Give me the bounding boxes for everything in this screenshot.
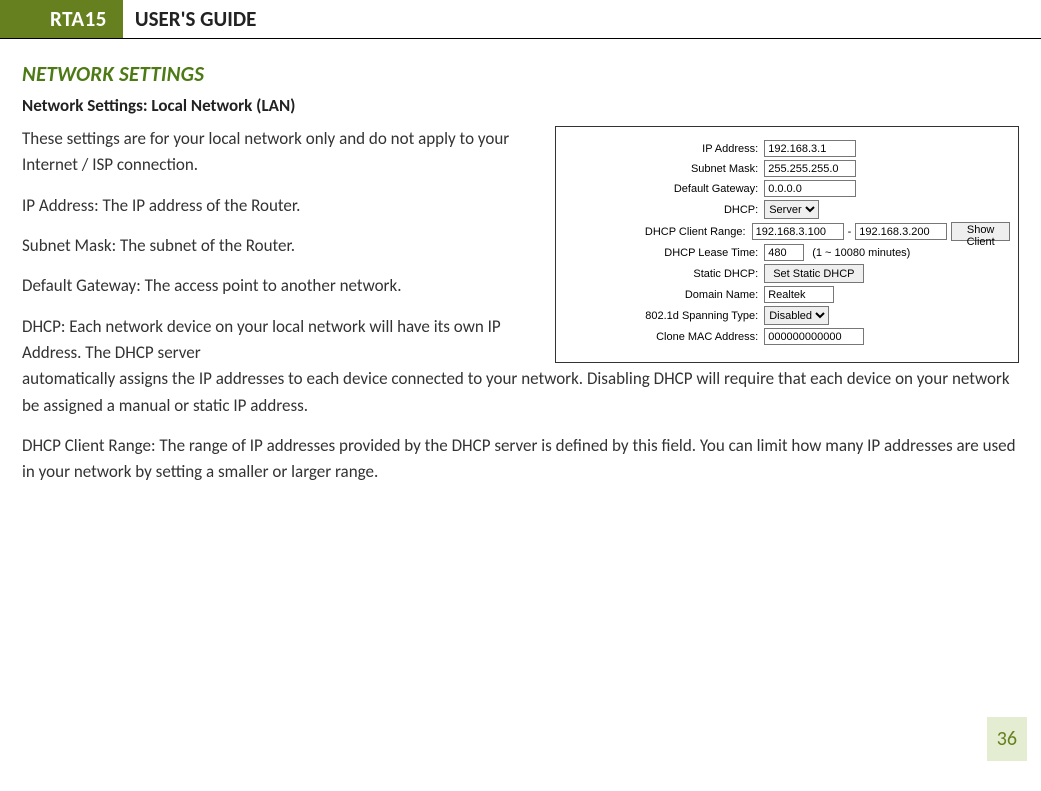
lease-hint: (1 ~ 10080 minutes) bbox=[812, 247, 910, 259]
label-clone-mac: Clone MAC Address: bbox=[564, 331, 764, 343]
page-number: 36 bbox=[987, 717, 1027, 761]
label-dhcp-range: DHCP Client Range: bbox=[564, 226, 751, 238]
input-default-gateway[interactable] bbox=[764, 180, 856, 197]
gateway-paragraph: Default Gateway: The access point to ano… bbox=[22, 273, 537, 299]
label-gateway: Default Gateway: bbox=[564, 183, 764, 195]
input-ip-address[interactable] bbox=[764, 140, 856, 157]
label-dhcp: DHCP: bbox=[564, 204, 764, 216]
show-client-button[interactable]: Show Client bbox=[951, 222, 1010, 241]
page-header: RTA15 USER'S GUIDE bbox=[22, 0, 1019, 39]
label-static-dhcp: Static DHCP: bbox=[564, 268, 764, 280]
set-static-dhcp-button[interactable]: Set Static DHCP bbox=[764, 264, 863, 283]
label-lease: DHCP Lease Time: bbox=[564, 247, 764, 259]
input-subnet-mask[interactable] bbox=[764, 160, 856, 177]
section-heading: NETWORK SETTINGS bbox=[22, 61, 1019, 87]
range-separator: - bbox=[848, 226, 852, 238]
guide-title: USER'S GUIDE bbox=[123, 0, 256, 38]
dhcp-paragraph-a: DHCP: Each network device on your local … bbox=[22, 314, 537, 367]
input-range-end[interactable] bbox=[855, 223, 947, 240]
section-subheading: Network Settings: Local Network (LAN) bbox=[22, 95, 1019, 116]
header-rule bbox=[0, 38, 1041, 39]
label-spanning: 802.1d Spanning Type: bbox=[564, 310, 764, 322]
dhcp-paragraph-b: automatically assigns the IP addresses t… bbox=[22, 366, 1019, 419]
brand-block: RTA15 bbox=[0, 0, 123, 38]
router-settings-panel: IP Address: Subnet Mask: Default Gateway… bbox=[555, 126, 1019, 363]
range-paragraph: DHCP Client Range: The range of IP addre… bbox=[22, 433, 1019, 486]
label-domain: Domain Name: bbox=[564, 289, 764, 301]
label-ip: IP Address: bbox=[564, 143, 764, 155]
intro-paragraph: These settings are for your local networ… bbox=[22, 126, 537, 179]
ip-paragraph: IP Address: The IP address of the Router… bbox=[22, 193, 537, 219]
input-clone-mac[interactable] bbox=[764, 328, 864, 345]
input-domain-name[interactable] bbox=[764, 286, 834, 303]
input-lease-time[interactable] bbox=[764, 244, 804, 261]
select-spanning-type[interactable]: Disabled bbox=[764, 306, 829, 325]
label-subnet: Subnet Mask: bbox=[564, 163, 764, 175]
input-range-start[interactable] bbox=[752, 223, 844, 240]
subnet-paragraph: Subnet Mask: The subnet of the Router. bbox=[22, 233, 537, 259]
select-dhcp[interactable]: Server bbox=[764, 200, 819, 219]
